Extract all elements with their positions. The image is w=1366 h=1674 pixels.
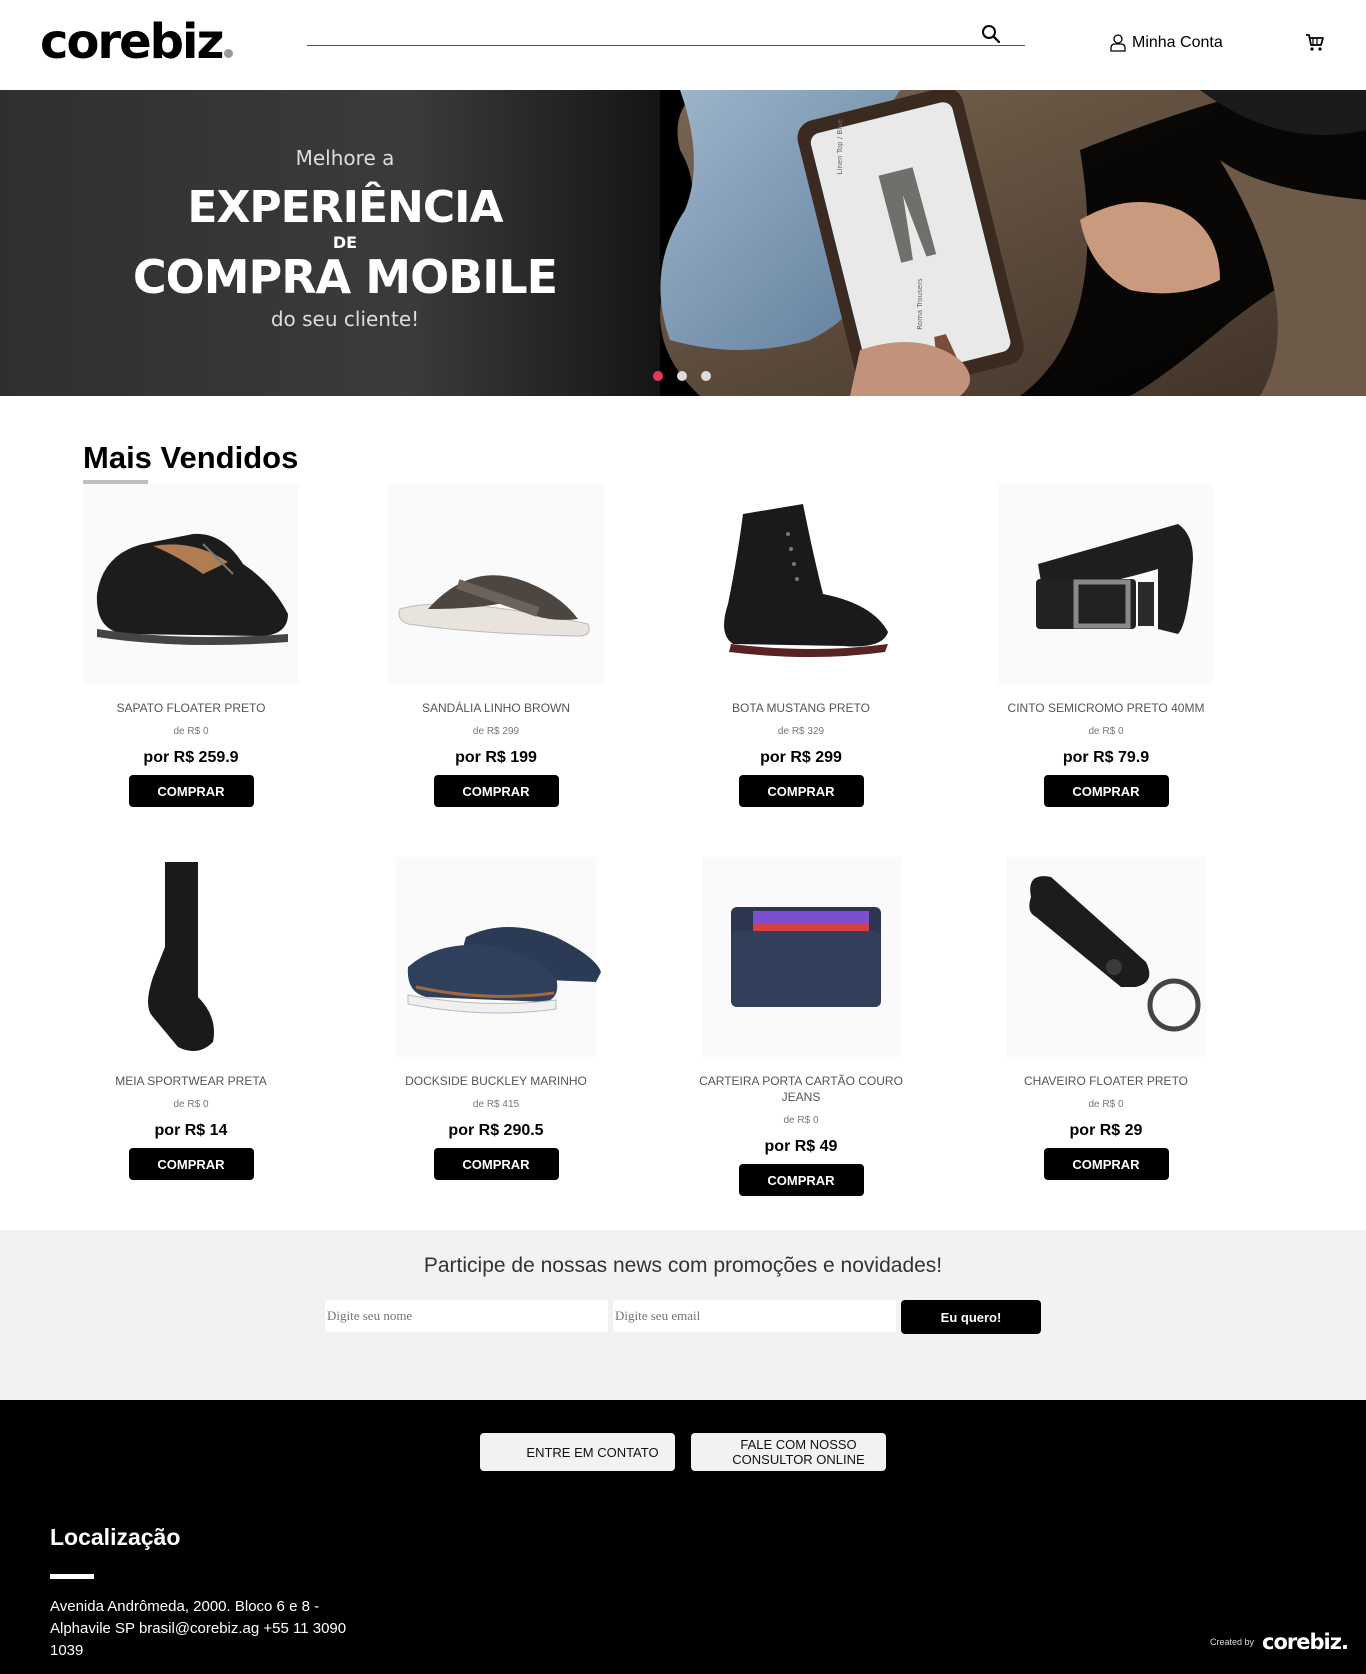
banner-line-1: Melhore a: [295, 146, 395, 170]
sandal-icon: [398, 575, 590, 637]
product-name: CINTO SEMICROMO PRETO 40MM: [1007, 701, 1205, 715]
product-card[interactable]: CARTEIRA PORTA CARTÃO COURO JEANS de R$ …: [681, 857, 921, 1196]
contact-us-button[interactable]: ENTRE EM CONTATO: [480, 1433, 675, 1471]
shoe-icon: [96, 533, 288, 646]
wallet-icon: [731, 907, 881, 1007]
product-old-price: de R$ 0: [173, 1099, 209, 1110]
newsletter-submit-button[interactable]: Eu quero!: [901, 1300, 1041, 1334]
created-by-label: Created by: [1210, 1637, 1255, 1647]
belt-icon: [1036, 524, 1193, 634]
product-name: MEIA SPORTWEAR PRETA: [115, 1074, 267, 1088]
my-account-label: Minha Conta: [1132, 34, 1223, 51]
consultant-label-line2: CONSULTOR ONLINE: [732, 1452, 865, 1467]
product-price: por R$ 79.9: [1062, 749, 1150, 766]
product-image[interactable]: [83, 857, 299, 1057]
product-name: BOTA MUSTANG PRETO: [731, 701, 871, 715]
product-name: SANDÁLIA LINHO BROWN: [421, 701, 571, 715]
online-consultant-button[interactable]: FALE COM NOSSO CONSULTOR ONLINE: [691, 1433, 886, 1471]
product-old-price: de R$ 329: [777, 726, 825, 737]
best-sellers-title: Mais Vendidos: [83, 440, 299, 475]
logo-dot: [224, 49, 234, 58]
product-card[interactable]: CHAVEIRO FLOATER PRETO de R$ 0 por R$ 29…: [986, 857, 1226, 1180]
banner-line-4: COMPRA MOBILE: [132, 250, 558, 304]
banner-photo-phone-in-hand: Linen Top / Blue Roma Trousers: [660, 90, 1366, 396]
buy-button[interactable]: COMPRAR: [128, 1148, 254, 1180]
svg-text:Linen Top / Blue: Linen Top / Blue: [836, 119, 844, 174]
product-price: por R$ 29: [1069, 1122, 1143, 1139]
product-name: CHAVEIRO FLOATER PRETO: [1023, 1074, 1189, 1088]
site-footer: ENTRE EM CONTATO FALE COM NOSSO CONSULTO…: [0, 1400, 1366, 1674]
product-image[interactable]: [998, 484, 1214, 684]
product-old-price: de R$ 0: [1088, 1099, 1124, 1110]
newsletter-title: Participe de nossas news com promoções e…: [423, 1254, 943, 1277]
keychain-icon: [1029, 876, 1201, 1032]
product-card[interactable]: MEIA SPORTWEAR PRETA de R$ 0 por R$ 14 C…: [71, 857, 311, 1180]
corebiz-logo[interactable]: corebiz: [40, 14, 234, 70]
newsletter-section: Participe de nossas news com promoções e…: [0, 1230, 1366, 1400]
consultant-label-line1: FALE COM NOSSO: [740, 1437, 857, 1452]
product-card[interactable]: SAPATO FLOATER PRETO de R$ 0 por R$ 259.…: [71, 484, 311, 807]
site-header: corebiz Minha Conta: [0, 0, 1366, 90]
product-image[interactable]: [1006, 857, 1206, 1057]
created-by-credit[interactable]: Created by corebiz.: [1210, 1630, 1349, 1654]
product-price: por R$ 290.5: [448, 1122, 544, 1139]
carousel-dot-2[interactable]: [677, 371, 687, 381]
product-image[interactable]: [693, 484, 909, 684]
product-card[interactable]: DOCKSIDE BUCKLEY MARINHO de R$ 415 por R…: [376, 857, 616, 1180]
product-price: por R$ 199: [455, 749, 537, 766]
logo-text: corebiz: [40, 14, 224, 70]
sock-icon: [148, 862, 214, 1051]
product-card[interactable]: CINTO SEMICROMO PRETO 40MM de R$ 0 por R…: [986, 484, 1226, 807]
carousel-dot-1[interactable]: [653, 371, 663, 381]
hero-banner[interactable]: Linen Top / Blue Roma Trousers Melhore a…: [0, 90, 1366, 396]
buy-button[interactable]: COMPRAR: [1043, 775, 1169, 807]
product-price: por R$ 299: [760, 749, 842, 766]
location-address: Avenida Andrômeda, 2000. Bloco 6 e 8 - A…: [50, 1598, 347, 1659]
product-old-price: de R$ 299: [472, 726, 520, 737]
product-card[interactable]: BOTA MUSTANG PRETO de R$ 329 por R$ 299 …: [681, 484, 921, 807]
svg-text:Roma Trousers: Roma Trousers: [916, 278, 924, 330]
contact-us-label: ENTRE EM CONTATO: [526, 1444, 659, 1460]
product-image[interactable]: [701, 857, 901, 1057]
newsletter-email-input[interactable]: [613, 1300, 896, 1332]
boat-shoe-icon: [407, 927, 601, 1014]
product-old-price: de R$ 0: [173, 726, 209, 737]
product-name: SAPATO FLOATER PRETO: [116, 701, 266, 715]
buy-button[interactable]: COMPRAR: [433, 775, 559, 807]
product-image[interactable]: [388, 484, 604, 684]
buy-button[interactable]: COMPRAR: [1043, 1148, 1169, 1180]
search-icon[interactable]: [981, 24, 1001, 44]
product-image[interactable]: [83, 484, 299, 684]
product-name: DOCKSIDE BUCKLEY MARINHO: [405, 1074, 587, 1088]
product-price: por R$ 49: [764, 1138, 838, 1155]
product-image[interactable]: [396, 857, 601, 1057]
location-title: Localização: [50, 1524, 181, 1550]
location-underline: [50, 1574, 94, 1579]
product-old-price: de R$ 0: [783, 1115, 819, 1126]
banner-line-5: do seu cliente!: [270, 307, 420, 331]
product-old-price: de R$ 0: [1088, 726, 1124, 737]
product-old-price: de R$ 415: [472, 1099, 520, 1110]
buy-button[interactable]: COMPRAR: [128, 775, 254, 807]
my-account-link[interactable]: Minha Conta: [1110, 34, 1223, 52]
buy-button[interactable]: COMPRAR: [738, 775, 864, 807]
product-name: CARTEIRA PORTA CARTÃO COURO JEANS: [699, 1074, 903, 1104]
carousel-dot-3[interactable]: [701, 371, 711, 381]
user-icon: [1110, 34, 1126, 52]
buy-button[interactable]: COMPRAR: [433, 1148, 559, 1180]
product-price: por R$ 259.9: [143, 749, 239, 766]
boot-icon: [724, 504, 888, 657]
product-price: por R$ 14: [154, 1122, 228, 1139]
cart-icon[interactable]: [1305, 32, 1325, 52]
product-card[interactable]: SANDÁLIA LINHO BROWN de R$ 299 por R$ 19…: [376, 484, 616, 807]
search-input[interactable]: [307, 20, 1025, 46]
corebiz-footer-logo: corebiz.: [1262, 1630, 1349, 1654]
newsletter-name-input[interactable]: [325, 1300, 608, 1332]
carousel-dots: [653, 371, 711, 381]
banner-line-2: EXPERIÊNCIA: [187, 182, 503, 233]
buy-button[interactable]: COMPRAR: [738, 1164, 864, 1196]
banner-headline: Melhore a EXPERIÊNCIA DE COMPRA MOBILE d…: [0, 90, 690, 396]
